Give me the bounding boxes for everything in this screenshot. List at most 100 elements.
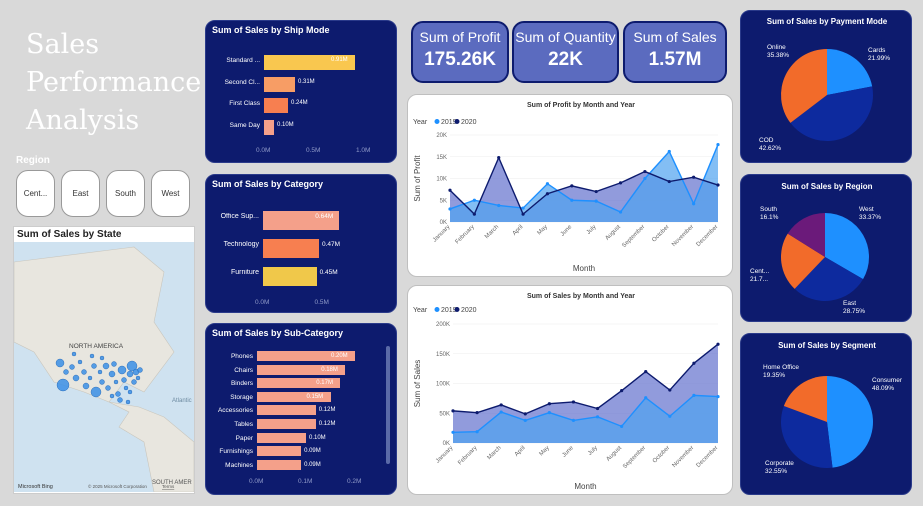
data-point[interactable] [643, 176, 647, 181]
ship-mode-card[interactable]: Sum of Sales by Ship Mode Standard ... 0.… [205, 20, 397, 163]
data-point[interactable] [644, 396, 648, 400]
data-point[interactable] [472, 212, 476, 216]
data-point[interactable] [692, 175, 696, 179]
bar[interactable] [257, 446, 302, 457]
bar[interactable] [257, 419, 316, 429]
data-point[interactable] [692, 393, 696, 397]
payment-mode-card[interactable]: Sum of Sales by Payment Mode Cards 21.99% C… [740, 10, 912, 163]
data-point[interactable] [570, 184, 574, 188]
data-point[interactable] [692, 202, 696, 206]
data-point[interactable] [499, 410, 503, 414]
data-point[interactable] [618, 210, 623, 214]
x-tick-label: September [622, 445, 647, 470]
data-point[interactable] [497, 203, 501, 208]
x-tick-label: February [455, 224, 476, 245]
pie-slice-pct: 16.1% [760, 214, 779, 221]
data-point[interactable] [595, 406, 600, 411]
sales-chart-svg[interactable]: Sum of Sales by Month and Year Year 2019 20… [408, 286, 733, 495]
data-point[interactable] [692, 361, 696, 365]
region-option-east[interactable]: East [61, 170, 100, 217]
data-point[interactable] [545, 192, 550, 196]
legend-marker[interactable] [434, 119, 440, 124]
data-point[interactable] [451, 409, 455, 413]
x-tick-label: November [672, 445, 696, 469]
bar[interactable] [263, 267, 317, 286]
data-point[interactable] [667, 149, 671, 154]
bar-value-label: 0.17M [316, 380, 333, 387]
region-option-south[interactable]: South [106, 170, 145, 217]
data-point[interactable] [571, 418, 576, 422]
data-point[interactable] [547, 411, 551, 415]
data-point[interactable] [620, 424, 624, 428]
data-point[interactable] [451, 430, 455, 434]
data-point[interactable] [547, 402, 551, 406]
category-card[interactable]: Sum of Sales by Category Office Sup... 0.… [205, 174, 397, 313]
region-pie-card[interactable]: Sum of Sales by Region West 33.37% East 28.7… [740, 174, 912, 322]
data-point[interactable] [521, 212, 525, 216]
bar[interactable] [257, 459, 302, 470]
data-point[interactable] [716, 394, 720, 399]
data-point[interactable] [448, 188, 452, 192]
data-point[interactable] [668, 388, 672, 392]
bar[interactable] [264, 119, 274, 135]
pie-slice-pct: 35.38% [767, 52, 789, 59]
data-point[interactable] [448, 207, 452, 211]
sales-by-month-chart[interactable]: Sum of Sales by Month and Year Year 2019 20… [407, 285, 733, 495]
x-tick-label: December [696, 224, 720, 248]
data-point[interactable] [475, 411, 479, 415]
data-point[interactable] [521, 206, 525, 210]
payment-mode-pie[interactable]: Sum of Sales by Payment Mode Cards21.99% C… [741, 11, 912, 163]
profit-chart-svg[interactable]: Sum of Profit by Month and Year Year 2019 2… [408, 95, 733, 277]
data-point[interactable] [545, 182, 550, 186]
data-point[interactable] [594, 189, 598, 194]
data-point[interactable] [497, 156, 501, 160]
x-tick-label: June [560, 224, 574, 238]
data-point[interactable] [618, 181, 623, 185]
bar[interactable] [257, 405, 316, 416]
data-point[interactable] [475, 430, 479, 434]
data-point[interactable] [716, 183, 720, 187]
legend-marker[interactable] [454, 307, 460, 312]
data-point[interactable] [594, 199, 598, 203]
bar-category-label: Binders [230, 380, 253, 388]
segment-pie[interactable]: Sum of Sales by Segment Consumer48.09% Cor… [741, 334, 912, 495]
data-point[interactable] [668, 414, 672, 418]
bar-category-label: Accessories [217, 407, 253, 415]
profit-by-month-chart[interactable]: Sum of Profit by Month and Year Year 2019 2… [407, 94, 733, 277]
data-point[interactable] [472, 198, 476, 202]
sales-by-state-map[interactable]: Sum of Sales by State NORTH AMERICA Atla… [13, 226, 195, 494]
bar[interactable] [263, 239, 319, 258]
data-point[interactable] [644, 370, 648, 374]
legend-label[interactable]: 2019 [441, 119, 457, 126]
sub-category-scrollbar[interactable] [386, 346, 390, 464]
data-point[interactable] [570, 198, 574, 202]
map-copyright: © 2025 Microsoft Corporation [88, 483, 147, 489]
data-point[interactable] [716, 342, 720, 346]
pie-slice[interactable] [827, 376, 873, 468]
legend-label[interactable]: 2020 [461, 119, 477, 126]
data-point[interactable] [499, 403, 503, 407]
data-point[interactable] [620, 389, 624, 393]
bar[interactable] [264, 76, 295, 92]
legend-label[interactable]: 2020 [461, 307, 477, 314]
bar[interactable] [264, 98, 288, 113]
data-point[interactable] [643, 169, 647, 174]
data-point[interactable] [571, 400, 576, 404]
data-point[interactable] [523, 418, 527, 422]
map-terms-link[interactable]: Terms [162, 484, 175, 489]
region-pie[interactable]: Sum of Sales by Region West33.37% East28.7… [741, 175, 912, 322]
segment-card[interactable]: Sum of Sales by Segment Consumer 48.09% Cor… [740, 333, 912, 495]
map-canvas[interactable]: NORTH AMERICA Atlantic SOUTH AMER Micros… [13, 242, 195, 493]
data-point[interactable] [716, 142, 720, 147]
region-option-west[interactable]: West [151, 170, 190, 217]
data-point[interactable] [523, 412, 527, 416]
sub-category-card[interactable]: Sum of Sales by Sub-Category Phones 0.20M… [205, 323, 397, 495]
kpi-sales-label: Sum of Sales [633, 29, 717, 45]
legend-label[interactable]: 2019 [441, 307, 457, 314]
legend-marker[interactable] [434, 307, 440, 312]
data-point[interactable] [667, 179, 671, 184]
region-option-central[interactable]: Cent... [16, 170, 55, 217]
bar[interactable] [257, 432, 306, 443]
data-point[interactable] [595, 415, 600, 419]
legend-marker[interactable] [454, 119, 460, 124]
